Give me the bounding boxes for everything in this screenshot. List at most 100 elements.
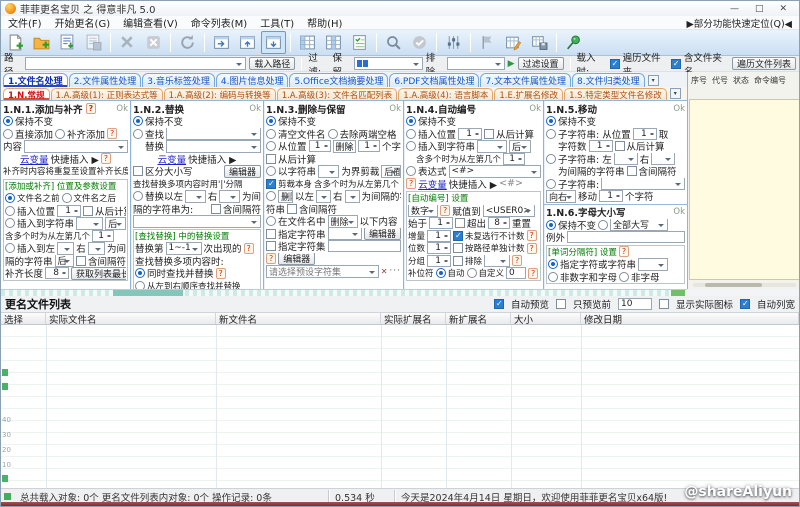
help-icon[interactable]: ? [86,103,97,114]
include-sep-checkbox[interactable] [211,204,221,214]
more-button[interactable]: ··· [389,266,401,276]
from-position-radio[interactable] [266,141,276,151]
tab-file-attributes[interactable]: 2.文件属性处理 [69,73,142,87]
walk-folders-checkbox[interactable] [610,59,620,69]
left-combo[interactable] [57,242,74,255]
replace-between-radio[interactable] [133,191,143,201]
preview-count-input[interactable]: 10 [618,298,652,310]
after-name-radio[interactable] [62,193,72,203]
filter-settings-button[interactable]: 过滤设置 [518,57,564,70]
custom-pad-radio[interactable] [467,268,477,278]
col-select[interactable]: 选择 [1,313,46,324]
keep-radio[interactable] [546,116,556,126]
menu-start-rename[interactable]: 开始更名(G) [55,15,111,30]
right-combo[interactable] [219,190,240,203]
maximize-button[interactable]: □ [755,4,764,14]
cmd-col-number[interactable]: 命令编号 [754,75,786,86]
subtab-extension[interactable]: 1.E.扩展名修改 [494,88,563,100]
move-spinner[interactable]: 1 [599,190,623,202]
skip-unchecked-checkbox[interactable] [453,231,463,241]
substring-combo[interactable] [601,178,685,191]
delete-mode-combo[interactable]: 删除 [333,140,356,153]
cloud-var-link[interactable]: 云变量 [20,153,49,166]
pad-add-radio[interactable] [55,129,65,139]
insert-pos-radio[interactable] [406,129,416,139]
in-name-radio[interactable] [266,216,276,226]
right-combo[interactable] [88,242,105,255]
cut-self-checkbox[interactable] [266,179,276,189]
exception-input[interactable] [567,231,685,243]
anchor-string-combo[interactable] [76,217,103,230]
delete-mode2-combo[interactable]: 删除 [328,215,358,228]
folder-names-checkbox[interactable] [671,59,681,69]
cut-string-combo[interactable] [318,165,339,178]
pad-char-input[interactable]: 0 [506,267,526,279]
menu-tools[interactable]: 工具(T) [260,15,294,30]
help-icon[interactable]: ? [266,253,276,264]
keep-radio[interactable] [266,116,276,126]
menu-command-list[interactable]: 命令列表(M) [191,15,247,30]
substring-pos-radio[interactable] [546,129,556,139]
char-count-spinner[interactable]: 1 [589,140,613,152]
increment-spinner[interactable]: 1 [427,230,451,242]
help-icon[interactable]: ? [101,153,111,164]
spec-string-checkbox[interactable] [266,229,276,239]
keep-radio[interactable] [133,116,143,126]
cmd-col-index[interactable]: 序号 [691,75,707,86]
subtab-specific-types[interactable]: 1.S.特定类型文件名修改 [564,88,667,100]
tab-file-classify[interactable]: 8.文件归类处理 [572,73,645,87]
expression-radio[interactable] [406,166,416,176]
find-radio[interactable] [133,129,143,139]
nth-spinner[interactable]: 1 [92,230,114,242]
clear-list-icon[interactable] [141,31,166,54]
load-path-button[interactable]: 载入路径 [249,57,295,70]
left-combo[interactable] [316,190,331,203]
cmd-col-status[interactable]: 状态 [733,75,749,86]
replace-combo[interactable] [166,140,261,153]
assign-combo[interactable]: <USER0> [483,205,535,218]
menu-edit-view[interactable]: 编辑查看(V) [123,15,178,30]
auto-width-checkbox[interactable] [740,299,750,309]
direct-add-radio[interactable] [3,129,13,139]
per-path-checkbox[interactable] [453,243,463,253]
before-name-radio[interactable] [5,193,15,203]
show-icons-checkbox[interactable] [659,299,669,309]
tab-music-tags[interactable]: 3.音乐标签处理 [142,73,215,87]
from-end-checkbox[interactable] [615,141,625,151]
replace-with-combo[interactable] [133,215,261,228]
position-spinner[interactable]: 1 [309,140,331,152]
tab-filename[interactable]: 1.文件名处理 [3,73,68,87]
insert-at-string-radio[interactable] [406,141,416,151]
help-icon[interactable]: ? [528,268,538,279]
insert-pos-spinner[interactable]: 1 [57,205,81,217]
pad-length-spinner[interactable]: 8 [45,267,69,279]
menu-file[interactable]: 文件(F) [8,15,42,30]
content-combo[interactable] [24,140,128,153]
anchor-string-combo[interactable] [477,140,507,153]
send-right-icon[interactable] [209,31,234,54]
tab-text-properties[interactable]: 7.文本文件属性处理 [480,73,571,87]
right-combo[interactable] [651,153,675,166]
refresh-icon[interactable] [175,31,200,54]
case-sensitive-checkbox[interactable] [133,166,143,176]
search-icon[interactable] [381,31,406,54]
add-folder-icon[interactable] [29,31,54,54]
delete-keep-combo[interactable]: 删除 [278,190,293,203]
from-end-checkbox[interactable] [484,129,494,139]
cmd-col-code[interactable]: 代号 [712,75,728,86]
nth-spinner[interactable]: 1 [503,153,525,165]
from-end-checkbox[interactable] [83,206,93,216]
charset-input[interactable] [328,240,401,252]
position-spinner[interactable]: 1 [633,128,657,140]
col-actual-name[interactable]: 实际文件名 [46,313,216,324]
group-spinner[interactable]: 1 [427,255,451,267]
direction-combo[interactable]: 向右 [546,190,576,203]
help-icon[interactable]: ? [512,255,522,266]
menu-help[interactable]: 帮助(H) [307,15,342,30]
save-list-icon[interactable] [81,31,106,54]
non-alpha-radio[interactable] [619,272,629,282]
number-mode-combo[interactable]: 数字 [408,205,438,218]
subtab-overflow-button[interactable]: ▾ [670,88,681,99]
subtab-regex[interactable]: 1.A.高级(1): 正则表达式等 [51,88,163,100]
col-modified[interactable]: 修改日期 [581,313,799,324]
